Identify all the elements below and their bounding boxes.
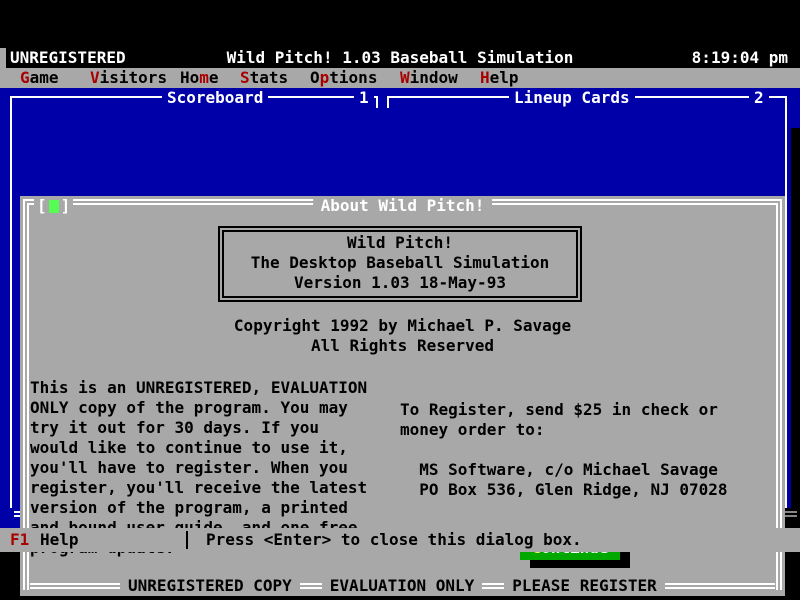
menu-item-visitors[interactable]: Visitors xyxy=(90,68,167,88)
clock: 8:19:04 pm xyxy=(692,48,788,68)
dos-screen: UNREGISTERED Wild Pitch! 1.03 Baseball S… xyxy=(0,48,800,552)
dialog-shadow-right xyxy=(791,128,800,508)
version-box: Wild Pitch! The Desktop Baseball Simulat… xyxy=(218,226,582,302)
version-box-text: Wild Pitch! The Desktop Baseball Simulat… xyxy=(224,232,576,293)
lineup-cards-window-right-edge xyxy=(785,108,787,508)
scoreboard-window-number: 1 xyxy=(354,88,374,108)
footer-line xyxy=(300,583,322,589)
menu-bar: Game Visitors Home Stats Options Window … xyxy=(0,68,800,88)
status-bar: F1 Help Press <Enter> to close this dial… xyxy=(0,528,800,552)
menu-item-help[interactable]: Help xyxy=(480,68,519,88)
app-window: UNREGISTERED Wild Pitch! 1.03 Baseball S… xyxy=(0,0,800,600)
scoreboard-window-title[interactable]: Scoreboard xyxy=(162,88,268,108)
footer-evaluation-only: EVALUATION ONLY xyxy=(322,576,483,596)
menu-item-game[interactable]: Game xyxy=(20,68,59,88)
close-box-icon xyxy=(49,200,59,213)
footer-line xyxy=(665,583,775,589)
f1-key-label[interactable]: F1 xyxy=(10,528,29,552)
lineup-cards-window-title[interactable]: Lineup Cards xyxy=(509,88,635,108)
app-title: Wild Pitch! 1.03 Baseball Simulation xyxy=(0,48,800,68)
menu-item-stats[interactable]: Stats xyxy=(240,68,288,88)
dialog-close-button[interactable]: [] xyxy=(34,196,73,216)
menu-item-window[interactable]: Window xyxy=(400,68,458,88)
help-label[interactable]: Help xyxy=(40,528,79,552)
copyright-text: Copyright 1992 by Michael P. Savage All … xyxy=(20,316,785,356)
menu-item-home[interactable]: Home xyxy=(180,68,219,88)
desktop: Scoreboard 1 Lineup Cards 2 [] About Wil… xyxy=(0,88,800,528)
scoreboard-window-frame: Scoreboard 1 xyxy=(10,96,378,108)
scoreboard-window-left-edge xyxy=(10,108,12,508)
lineup-cards-window-number: 2 xyxy=(749,88,769,108)
dialog-footer: UNREGISTERED COPY EVALUATION ONLY PLEASE… xyxy=(30,576,775,596)
menu-item-options[interactable]: Options xyxy=(310,68,377,88)
footer-line xyxy=(482,583,504,589)
status-separator xyxy=(186,531,188,549)
lineup-cards-window-frame: Lineup Cards 2 xyxy=(387,96,787,108)
footer-unregistered-copy: UNREGISTERED COPY xyxy=(120,576,300,596)
footer-please-register: PLEASE REGISTER xyxy=(504,576,665,596)
dialog-title: About Wild Pitch! xyxy=(313,196,493,216)
title-bar: UNREGISTERED Wild Pitch! 1.03 Baseball S… xyxy=(0,48,800,68)
status-message: Press <Enter> to close this dialog box. xyxy=(206,528,582,552)
registration-address-text: To Register, send $25 in check or money … xyxy=(400,400,728,500)
footer-line xyxy=(30,583,120,589)
